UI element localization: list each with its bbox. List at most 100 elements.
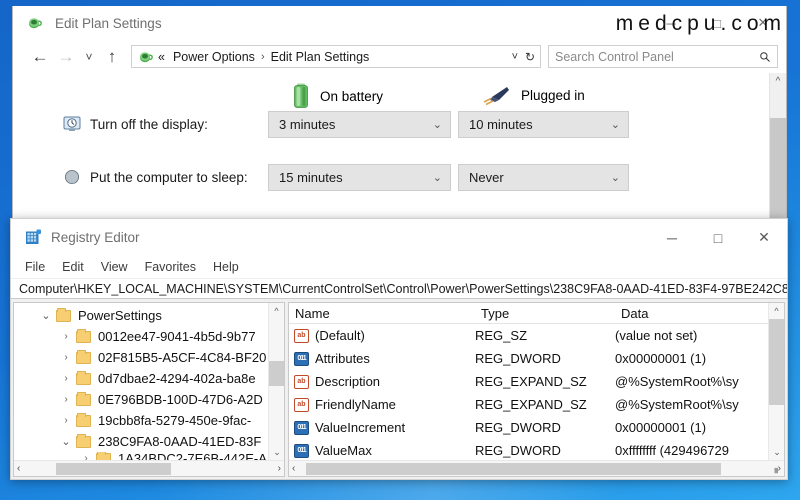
- table-row[interactable]: 011 Attributes REG_DWORD 0x00000001 (1): [289, 347, 784, 370]
- values-horizontal-scrollbar[interactable]: ‹ ›: [289, 460, 784, 476]
- string-value-icon: ab: [294, 328, 309, 343]
- tree-scrollbar-thumb[interactable]: [269, 361, 284, 386]
- column-header-name[interactable]: Name: [289, 306, 475, 321]
- string-value-icon: ab: [294, 397, 309, 412]
- dword-value-icon: 011: [294, 443, 309, 458]
- tree-scroll-down-icon[interactable]: ⌄: [269, 444, 284, 460]
- dword-value-icon: 011: [294, 420, 309, 435]
- dropdown-sleep-on-battery[interactable]: 15 minutes ⌄: [268, 164, 451, 191]
- up-button[interactable]: ↑: [99, 44, 125, 70]
- menu-item-file[interactable]: File: [25, 260, 45, 274]
- re-minimize-button[interactable]: ─: [649, 219, 695, 256]
- value-type: REG_DWORD: [475, 443, 561, 458]
- values-vertical-scrollbar[interactable]: ^ ⌄: [768, 303, 784, 460]
- forward-button[interactable]: →: [53, 44, 79, 70]
- table-row[interactable]: 011 ValueIncrement REG_DWORD 0x00000001 …: [289, 416, 784, 439]
- expand-arrow-icon[interactable]: ›: [56, 331, 76, 342]
- table-row[interactable]: 011 ValueMax REG_DWORD 0xffffffff (42949…: [289, 439, 784, 462]
- expand-arrow-icon[interactable]: ›: [56, 415, 76, 426]
- registry-address-text: Computer\HKEY_LOCAL_MACHINE\SYSTEM\Curre…: [19, 281, 787, 296]
- values-hscroll-left-icon[interactable]: ‹: [292, 463, 295, 474]
- control-panel-window: Edit Plan Settings ─ □ ✕ ← → ˅ ↑ « › Pow…: [12, 6, 787, 228]
- column-label-plugged-in: Plugged in: [521, 87, 585, 103]
- expand-arrow-icon[interactable]: ›: [56, 352, 76, 363]
- table-row[interactable]: ab FriendlyName REG_EXPAND_SZ @%SystemRo…: [289, 393, 784, 416]
- registry-key-tree[interactable]: ⌄ PowerSettings › 0012ee47-9041-4b5d-9b7…: [13, 302, 285, 477]
- recent-locations-button[interactable]: ˅: [79, 44, 99, 70]
- dropdown-value-sleep-plugged-in: Never: [469, 170, 504, 185]
- scroll-up-icon[interactable]: ^: [770, 73, 786, 90]
- tree-item-label: 0d7dbae2-4294-402a-ba8e: [98, 371, 256, 386]
- menu-item-view[interactable]: View: [101, 260, 128, 274]
- tree-hscrollbar-thumb[interactable]: [56, 463, 171, 475]
- breadcrumb[interactable]: « › Power Options › Edit Plan Settings ˅…: [131, 45, 541, 68]
- chevron-down-icon: ⌄: [610, 119, 620, 131]
- value-type: REG_EXPAND_SZ: [475, 397, 587, 412]
- breadcrumb-item-edit-plan-settings[interactable]: Edit Plan Settings: [271, 50, 370, 64]
- registry-editor-titlebar: Registry Editor ─ □ ✕: [11, 219, 787, 256]
- menu-item-help[interactable]: Help: [213, 260, 239, 274]
- chevron-down-icon: ⌄: [432, 119, 442, 131]
- tree-hscroll-left-icon[interactable]: ‹: [17, 463, 20, 474]
- registry-editor-menubar: File Edit View Favorites Help: [11, 256, 787, 278]
- tree-vertical-scrollbar[interactable]: ^ ⌄: [268, 303, 284, 460]
- breadcrumb-item-power-options[interactable]: Power Options: [173, 50, 255, 64]
- expand-arrow-icon[interactable]: ›: [56, 394, 76, 405]
- refresh-icon[interactable]: ↻: [525, 50, 535, 64]
- dropdown-display-on-battery[interactable]: 3 minutes ⌄: [268, 111, 451, 138]
- re-maximize-button[interactable]: □: [695, 219, 741, 256]
- tree-nodes: ⌄ PowerSettings › 0012ee47-9041-4b5d-9b7…: [14, 303, 284, 465]
- menu-item-edit[interactable]: Edit: [62, 260, 84, 274]
- re-close-button[interactable]: ✕: [741, 219, 787, 256]
- tree-item-powersettings[interactable]: ⌄ PowerSettings: [14, 305, 284, 326]
- search-placeholder: Search Control Panel: [555, 49, 674, 64]
- folder-icon: [76, 370, 91, 385]
- tree-item-238c9fa8[interactable]: ⌄ 238C9FA8-0AAD-41ED-83F: [14, 431, 284, 452]
- column-label-on-battery: On battery: [320, 88, 384, 104]
- resize-grip-icon[interactable]: ▗: [771, 463, 783, 475]
- expand-arrow-icon[interactable]: ⌄: [36, 309, 56, 322]
- dropdown-display-plugged-in[interactable]: 10 minutes ⌄: [458, 111, 629, 138]
- power-options-breadcrumb-icon: [140, 51, 153, 62]
- tree-item-0d7dbae2[interactable]: › 0d7dbae2-4294-402a-ba8e: [14, 368, 284, 389]
- dropdown-sleep-plugged-in[interactable]: Never ⌄: [458, 164, 629, 191]
- tree-item-0e796bdb[interactable]: › 0E796BDB-100D-47D6-A2D: [14, 389, 284, 410]
- scrollbar-thumb[interactable]: [770, 118, 786, 226]
- value-name: ValueMax: [315, 443, 372, 458]
- value-name: FriendlyName: [315, 397, 396, 412]
- tree-horizontal-scrollbar[interactable]: ‹ ›: [14, 460, 284, 476]
- tree-hscroll-right-icon[interactable]: ›: [278, 463, 281, 474]
- dword-value-icon: 011: [294, 351, 309, 366]
- search-input[interactable]: Search Control Panel: [548, 45, 778, 68]
- value-data: 0xffffffff (429496729: [615, 443, 729, 458]
- tree-item-label: 0E796BDB-100D-47D6-A2D: [98, 392, 263, 407]
- registry-editor-title: Registry Editor: [51, 230, 140, 245]
- value-data: @%SystemRoot%\sy: [615, 374, 739, 389]
- registry-address-bar[interactable]: Computer\HKEY_LOCAL_MACHINE\SYSTEM\Curre…: [11, 278, 787, 299]
- string-value-icon: ab: [294, 374, 309, 389]
- column-header-data[interactable]: Data: [615, 306, 784, 321]
- expand-arrow-icon[interactable]: ⌄: [56, 435, 76, 448]
- table-row[interactable]: ab (Default) REG_SZ (value not set): [289, 324, 784, 347]
- back-button[interactable]: ←: [27, 44, 53, 70]
- control-panel-vertical-scrollbar[interactable]: ^: [769, 73, 786, 228]
- values-scroll-down-icon[interactable]: ⌄: [769, 444, 784, 460]
- expand-arrow-icon[interactable]: ›: [56, 373, 76, 384]
- values-scroll-up-icon[interactable]: ^: [769, 303, 784, 319]
- folder-icon: [76, 412, 91, 427]
- tree-item-0012ee47[interactable]: › 0012ee47-9041-4b5d-9b77: [14, 326, 284, 347]
- table-row[interactable]: ab Description REG_EXPAND_SZ @%SystemRoo…: [289, 370, 784, 393]
- registry-values-list[interactable]: Name Type Data ab (Default) REG_SZ (valu…: [288, 302, 785, 477]
- menu-item-favorites[interactable]: Favorites: [145, 260, 196, 274]
- tree-item-19cbb8fa[interactable]: › 19cbb8fa-5279-450e-9fac-: [14, 410, 284, 431]
- tree-item-02f815b5[interactable]: › 02F815B5-A5CF-4C84-BF20: [14, 347, 284, 368]
- control-panel-navigation-bar: ← → ˅ ↑ « › Power Options › Edit Plan Se…: [13, 40, 786, 73]
- dropdown-value-display-plugged-in: 10 minutes: [469, 117, 533, 132]
- tree-scroll-up-icon[interactable]: ^: [269, 303, 284, 319]
- values-scrollbar-thumb[interactable]: [769, 319, 784, 405]
- values-list-header: Name Type Data: [289, 303, 784, 324]
- values-hscrollbar-thumb[interactable]: [306, 463, 721, 475]
- breadcrumb-dropdown-icon[interactable]: ˅: [512, 51, 518, 63]
- column-header-type[interactable]: Type: [475, 306, 615, 321]
- breadcrumb-prefix: «: [158, 49, 165, 64]
